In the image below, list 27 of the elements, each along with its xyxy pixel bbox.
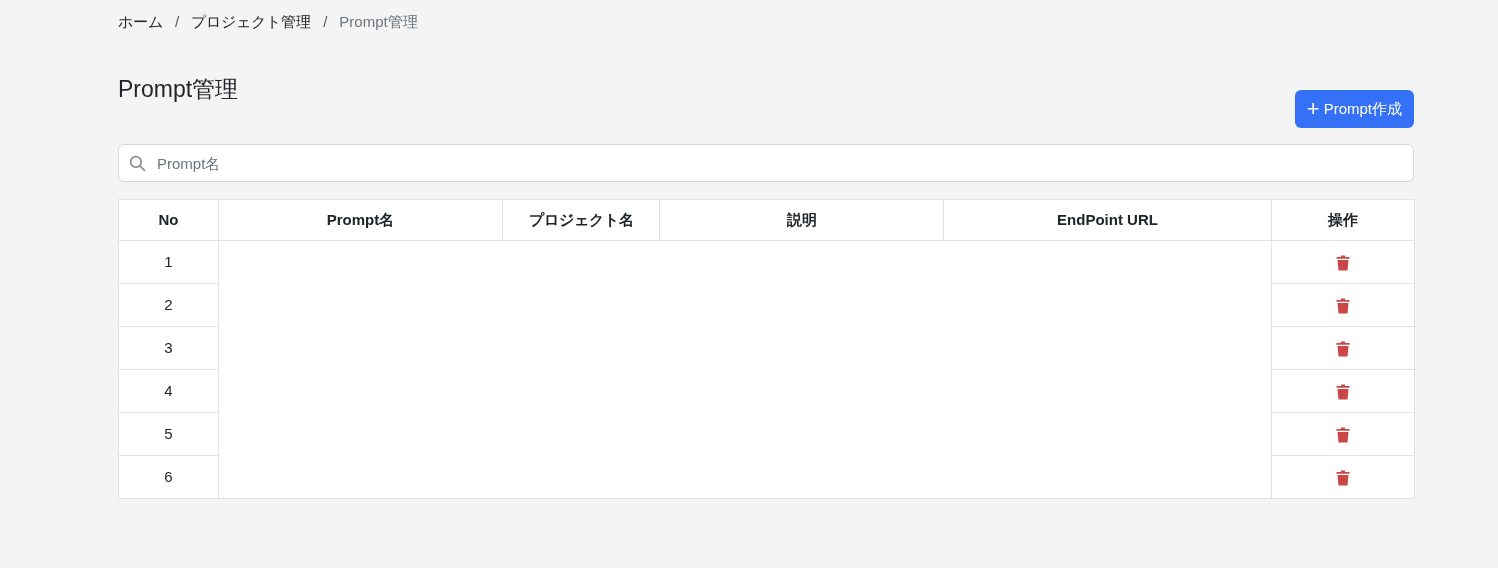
trash-icon[interactable]: [1336, 426, 1350, 443]
breadcrumb-separator: /: [175, 11, 180, 32]
column-header: 説明: [786, 210, 817, 228]
trash-icon[interactable]: [1336, 340, 1350, 357]
table-cell: 3: [164, 338, 173, 356]
table-cell: 2: [164, 295, 173, 313]
breadcrumb-current: Prompt管理: [339, 11, 418, 32]
column-header: EndPoint URL: [1057, 210, 1158, 228]
trash-icon[interactable]: [1336, 254, 1350, 271]
table-cell: 6: [164, 467, 173, 485]
breadcrumb-link[interactable]: ホーム: [118, 10, 163, 34]
table-cell: 5: [164, 424, 173, 442]
trash-icon[interactable]: [1336, 297, 1350, 314]
trash-icon[interactable]: [1336, 469, 1350, 486]
column-header: No: [158, 210, 179, 228]
table-cell: 1: [164, 252, 173, 270]
trash-icon[interactable]: [1336, 383, 1350, 400]
create-prompt-button[interactable]: + Prompt作成: [1294, 90, 1414, 128]
column-header: 操作: [1328, 210, 1358, 228]
page-title: Prompt管理: [118, 75, 239, 104]
column-header: Prompt名: [326, 210, 395, 228]
column-header: プロジェクト名: [528, 210, 634, 228]
table-cell: 4: [164, 381, 173, 399]
breadcrumb-link[interactable]: プロジェクト管理: [191, 10, 312, 34]
search-icon: [129, 155, 146, 172]
search-field[interactable]: Prompt名: [118, 144, 1414, 182]
breadcrumb-separator: /: [323, 11, 328, 32]
